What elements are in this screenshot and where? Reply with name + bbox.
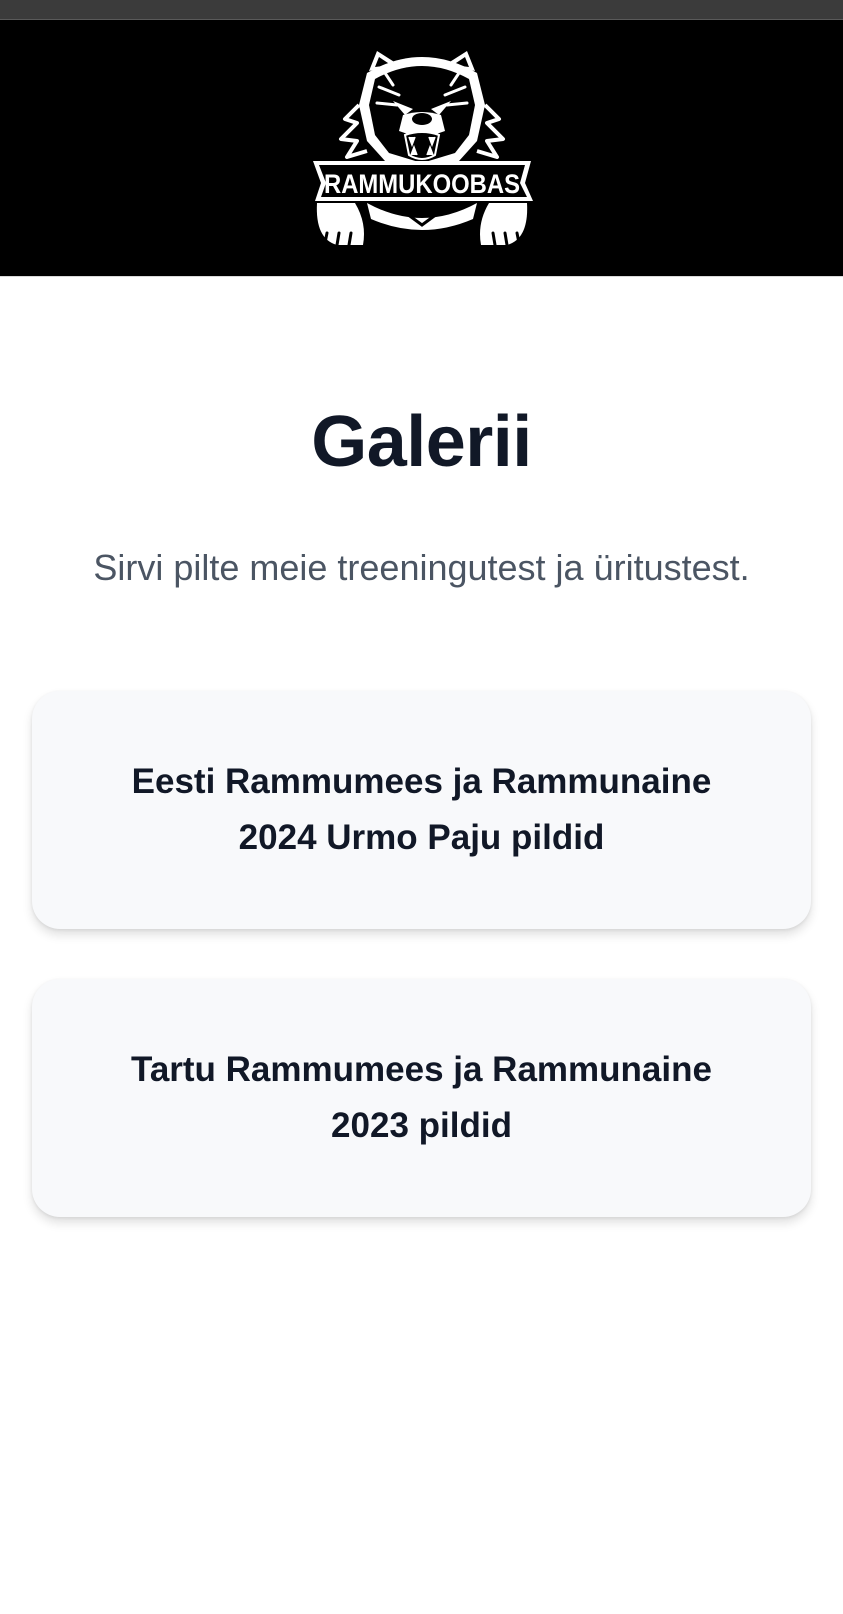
gallery-card-title: Eesti Rammumees ja Rammunaine 2024 Urmo …	[131, 762, 712, 858]
logo-text: RAMMUKOOBAS	[324, 169, 520, 199]
gallery-card-eesti-2024[interactable]: Eesti Rammumees ja Rammunaine 2024 Urmo …	[32, 691, 811, 930]
browser-top-strip	[0, 0, 843, 20]
gallery-card-tartu-2023[interactable]: Tartu Rammumees ja Rammunaine 2023 pildi…	[32, 979, 811, 1218]
bear-logo-icon: RAMMUKOOBAS	[312, 51, 533, 247]
logo-link[interactable]: RAMMUKOOBAS	[307, 43, 537, 253]
page-title: Galerii	[311, 402, 532, 482]
page-subtitle: Sirvi pilte meie treeningutest ja üritus…	[93, 547, 750, 589]
main-content: Galerii Sirvi pilte meie treeningutest j…	[0, 402, 843, 1218]
site-header: RAMMUKOOBAS	[0, 20, 843, 277]
gallery-list: Eesti Rammumees ja Rammunaine 2024 Urmo …	[32, 691, 811, 1218]
gallery-card-title: Tartu Rammumees ja Rammunaine 2023 pildi…	[131, 1050, 712, 1146]
